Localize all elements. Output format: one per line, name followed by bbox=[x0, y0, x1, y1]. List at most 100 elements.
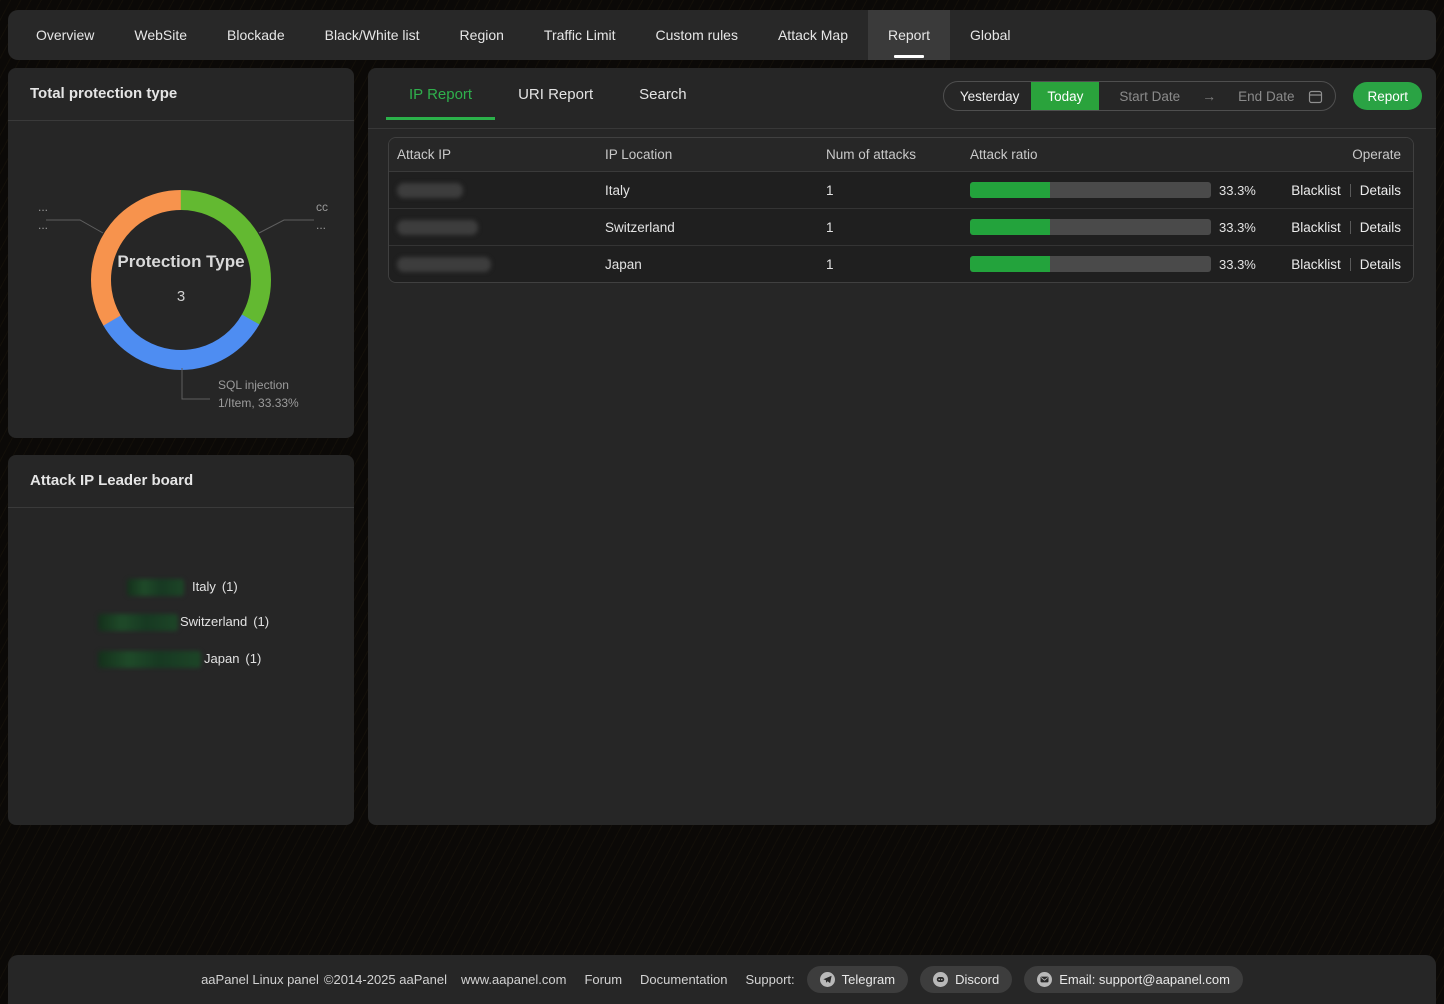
nav-item-overview[interactable]: Overview bbox=[16, 10, 114, 60]
footer-forum-link[interactable]: Forum bbox=[584, 972, 622, 987]
attack-ip-leaderboard-card: Attack IP Leader board Italy (1) Switzerl… bbox=[8, 455, 354, 825]
blacklist-link[interactable]: Blacklist bbox=[1291, 220, 1341, 235]
today-button[interactable]: Today bbox=[1031, 82, 1099, 110]
header-ip-location: IP Location bbox=[605, 147, 826, 162]
nav-item-custom-rules[interactable]: Custom rules bbox=[636, 10, 758, 60]
telegram-button[interactable]: Telegram bbox=[807, 966, 908, 993]
protection-type-donut-chart: Protection Type 3 ... ... cc ... SQL inj… bbox=[8, 190, 354, 438]
ratio-bar-track bbox=[970, 219, 1211, 235]
leaderboard-item: Japan(1) bbox=[204, 651, 261, 666]
header-attack-ratio: Attack ratio bbox=[970, 147, 1282, 162]
ratio-bar-fill bbox=[970, 219, 1050, 235]
blacklist-link[interactable]: Blacklist bbox=[1291, 257, 1341, 272]
report-panel-header: IP Report URI Report Search Yesterday To… bbox=[368, 68, 1436, 129]
range-arrow-icon: → bbox=[1202, 88, 1216, 104]
donut-label-sql-name: SQL injection bbox=[218, 376, 299, 394]
report-panel: IP Report URI Report Search Yesterday To… bbox=[368, 68, 1436, 825]
date-range-picker[interactable]: Start Date → End Date bbox=[1099, 88, 1335, 104]
redacted-ip bbox=[397, 220, 478, 235]
email-button[interactable]: Email: support@aapanel.com bbox=[1024, 966, 1243, 993]
tab-ip-report[interactable]: IP Report bbox=[386, 68, 495, 120]
leaderboard-item: Switzerland(1) bbox=[180, 614, 269, 629]
footer-documentation-link[interactable]: Documentation bbox=[640, 972, 727, 987]
table-row: Japan 1 33.3% Blacklist Details bbox=[389, 246, 1413, 282]
donut-label-left-line1: ... bbox=[38, 198, 48, 216]
leaderboard-count: (1) bbox=[245, 651, 261, 666]
nav-item-region[interactable]: Region bbox=[440, 10, 524, 60]
donut-label-cc: cc bbox=[316, 198, 328, 216]
generate-report-button[interactable]: Report bbox=[1353, 82, 1422, 110]
calendar-icon[interactable] bbox=[1308, 89, 1323, 104]
ratio-bar-fill bbox=[970, 256, 1050, 272]
blacklist-link[interactable]: Blacklist bbox=[1291, 183, 1341, 198]
footer-site-link[interactable]: www.aapanel.com bbox=[461, 972, 567, 987]
end-date-placeholder[interactable]: End Date bbox=[1238, 89, 1294, 104]
discord-button[interactable]: Discord bbox=[920, 966, 1012, 993]
donut-label-left-line2: ... bbox=[38, 216, 48, 234]
footer-copyright: ©2014-2025 aaPanel bbox=[324, 972, 447, 987]
cell-num-attacks: 1 bbox=[826, 220, 970, 235]
label-connector-left bbox=[46, 220, 103, 233]
label-connector-bottom bbox=[182, 368, 210, 399]
leaderboard-body: Italy (1) Switzerland(1) Japan(1) bbox=[8, 508, 354, 825]
cell-operate: Blacklist Details bbox=[1282, 257, 1413, 272]
redacted-ip bbox=[397, 257, 491, 272]
donut-label-right-line2: ... bbox=[316, 216, 328, 234]
cell-operate: Blacklist Details bbox=[1282, 220, 1413, 235]
details-link[interactable]: Details bbox=[1360, 183, 1401, 198]
ratio-bar-track bbox=[970, 256, 1211, 272]
tab-uri-report[interactable]: URI Report bbox=[495, 68, 616, 120]
report-tabs: IP Report URI Report Search bbox=[386, 68, 710, 128]
protection-card-title: Total protection type bbox=[8, 68, 354, 121]
nav-item-black-white-list[interactable]: Black/White list bbox=[305, 10, 440, 60]
start-date-placeholder[interactable]: Start Date bbox=[1119, 89, 1180, 104]
header-num-of-attacks: Num of attacks bbox=[826, 147, 970, 162]
nav-item-traffic-limit[interactable]: Traffic Limit bbox=[524, 10, 636, 60]
cell-operate: Blacklist Details bbox=[1282, 183, 1413, 198]
discord-label: Discord bbox=[955, 972, 999, 987]
date-controls: Yesterday Today Start Date → End Date Re… bbox=[943, 81, 1422, 111]
cell-attack-ratio: 33.3% bbox=[970, 182, 1282, 198]
email-label: Email: support@aapanel.com bbox=[1059, 972, 1230, 987]
action-divider bbox=[1350, 258, 1351, 271]
leaderboard-count: (1) bbox=[222, 579, 238, 594]
telegram-icon bbox=[820, 972, 835, 987]
nav-item-report[interactable]: Report bbox=[868, 10, 950, 60]
donut-label-sql-value: 1/Item, 33.33% bbox=[218, 394, 299, 412]
donut-label-left: ... ... bbox=[38, 198, 48, 234]
leaderboard-card-title: Attack IP Leader board bbox=[8, 455, 354, 508]
donut-label-sql-injection: SQL injection 1/Item, 33.33% bbox=[218, 376, 299, 412]
ratio-percent-label: 33.3% bbox=[1219, 257, 1256, 272]
cell-ip-location: Italy bbox=[605, 183, 826, 198]
header-attack-ip: Attack IP bbox=[389, 147, 605, 162]
date-range-group: Yesterday Today Start Date → End Date bbox=[943, 81, 1337, 111]
donut-label-right: cc ... bbox=[316, 198, 328, 234]
ratio-percent-label: 33.3% bbox=[1219, 183, 1256, 198]
donut-svg bbox=[8, 190, 354, 438]
nav-item-attack-map[interactable]: Attack Map bbox=[758, 10, 868, 60]
leaderboard-country: Italy bbox=[192, 579, 216, 594]
tab-search[interactable]: Search bbox=[616, 68, 710, 120]
details-link[interactable]: Details bbox=[1360, 220, 1401, 235]
table-header-row: Attack IP IP Location Num of attacks Att… bbox=[389, 138, 1413, 172]
ratio-percent-label: 33.3% bbox=[1219, 220, 1256, 235]
yesterday-button[interactable]: Yesterday bbox=[944, 82, 1032, 110]
leaderboard-bar-redacted-ip bbox=[98, 614, 178, 631]
nav-item-global[interactable]: Global bbox=[950, 10, 1030, 60]
action-divider bbox=[1350, 221, 1351, 234]
label-connector-right bbox=[259, 220, 314, 233]
cell-ip-location: Switzerland bbox=[605, 220, 826, 235]
table-row: Switzerland 1 33.3% Blacklist Details bbox=[389, 209, 1413, 246]
page-footer: aaPanel Linux panel ©2014-2025 aaPanel w… bbox=[8, 955, 1436, 1004]
total-protection-type-card: Total protection type Protection Type 3 … bbox=[8, 68, 354, 438]
ratio-bar-fill bbox=[970, 182, 1050, 198]
cell-attack-ip bbox=[389, 183, 605, 198]
footer-brand: aaPanel Linux panel bbox=[201, 972, 319, 987]
leaderboard-count: (1) bbox=[253, 614, 269, 629]
details-link[interactable]: Details bbox=[1360, 257, 1401, 272]
header-operate: Operate bbox=[1282, 147, 1413, 162]
nav-item-blockade[interactable]: Blockade bbox=[207, 10, 305, 60]
nav-item-website[interactable]: WebSite bbox=[114, 10, 207, 60]
email-icon bbox=[1037, 972, 1052, 987]
cell-num-attacks: 1 bbox=[826, 257, 970, 272]
